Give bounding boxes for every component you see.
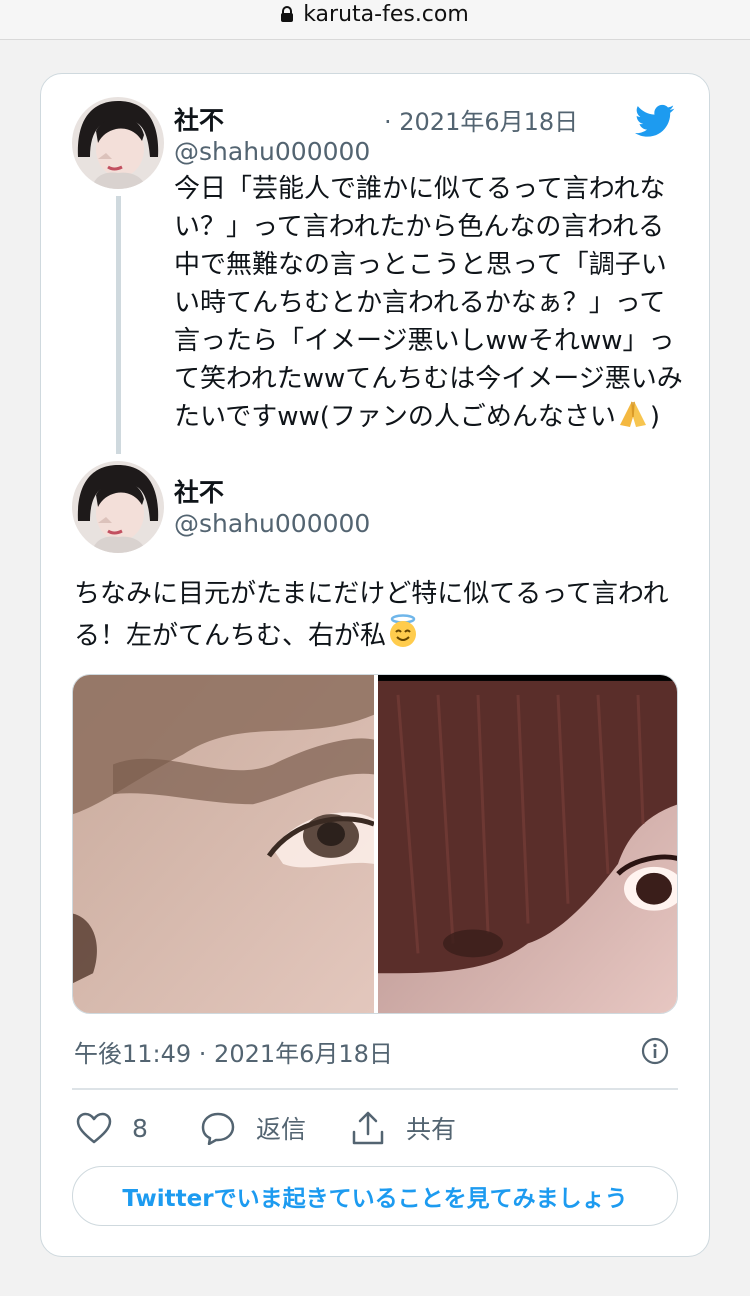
tweet-media[interactable] [72,674,678,1014]
tweet-author-name[interactable]: 社不 [174,473,224,509]
tweet-text-body: 今日「芸能人で誰かに似てるって言われない？」って言われたから色んなの言われる中で… [174,174,683,432]
right-eye-photo[interactable] [378,675,678,1013]
like-count: 8 [132,1113,148,1143]
reply-label: 返信 [256,1115,307,1144]
left-eye-photo[interactable] [73,675,374,1013]
tweet-date[interactable]: · 2021年6月18日 [384,102,578,137]
browser-url-bar[interactable]: karuta-fes.com [0,0,750,40]
share-label: 共有 [406,1115,457,1144]
tweet-timestamp[interactable]: 午後11:49 · 2021年6月18日 [74,1034,393,1069]
tweet-author-handle[interactable]: @shahu000000 [174,137,370,166]
smiling-face-with-halo-icon [386,614,420,660]
tweet-text-end: ) [649,402,661,432]
url-display[interactable]: karuta-fes.com [0,2,750,28]
tweet-text: ちなみに目元がたまにだけど特に似てるって言われる！左がてんちむ、右が私 [74,574,689,660]
share-icon [352,1111,384,1145]
avatar[interactable] [72,97,164,189]
reply-bubble-icon [201,1112,235,1145]
folded-hands-icon [616,399,650,440]
info-icon[interactable] [641,1037,669,1065]
explore-twitter-button[interactable]: Twitterでいま起きていることを見てみましょう [72,1166,678,1226]
like-button[interactable]: 8 [76,1108,148,1148]
thread-line [116,196,121,454]
tweet-author-handle[interactable]: @shahu000000 [174,509,370,538]
twitter-bird-icon[interactable] [632,101,678,141]
divider [72,1088,678,1090]
tweet-text: 今日「芸能人で誰かに似てるって言われない？」って言われたから色んなの言われる中で… [174,170,689,440]
reply-button[interactable]: 返信 [200,1108,306,1148]
avatar[interactable] [72,461,164,553]
heart-icon [76,1112,112,1144]
share-button[interactable]: 共有 [350,1108,456,1148]
lock-icon [281,6,294,22]
url-text: karuta-fes.com [303,2,469,27]
tweet-text-body: ちなみに目元がたまにだけど特に似てるって言われる！左がてんちむ、右が私 [74,579,669,651]
tweet-author-name[interactable]: 社不 [174,101,224,137]
